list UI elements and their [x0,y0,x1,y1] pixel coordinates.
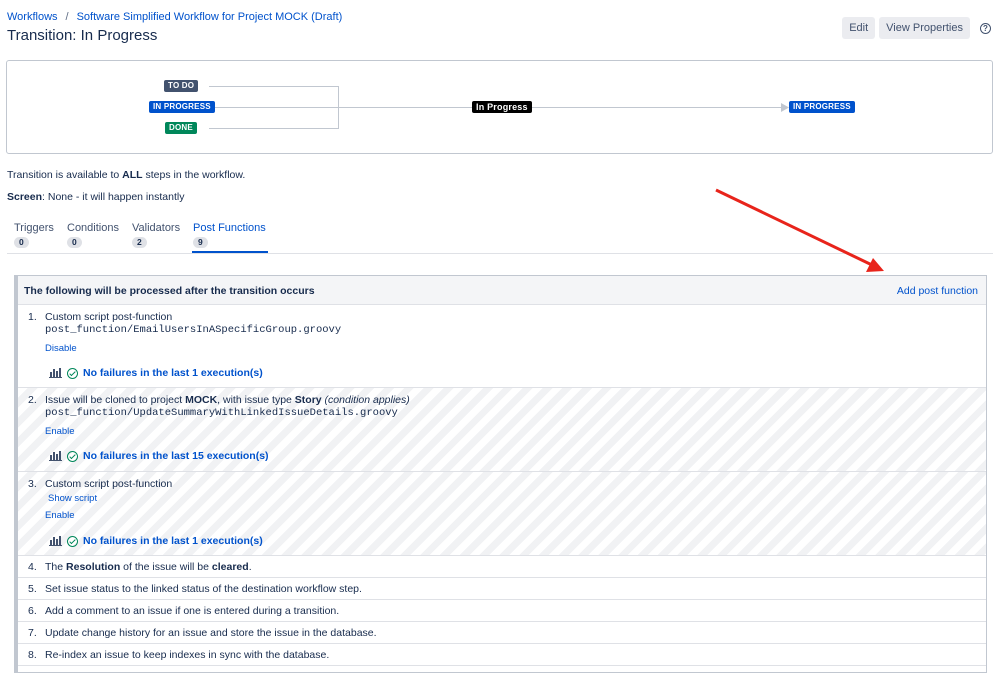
breadcrumb-workflow-link[interactable]: Software Simplified Workflow for Project… [77,11,343,23]
tab-post-functions[interactable]: Post Functions 9 [192,222,268,253]
post-functions-panel: The following will be processed after th… [14,275,987,673]
item-text-italic: (condition applies) [321,394,410,406]
tab-count-badge: 0 [14,237,29,248]
show-script-link[interactable]: Show script [48,493,97,504]
post-function-item: 5. Set issue status to the linked status… [18,578,986,600]
bar-chart-icon[interactable] [49,368,62,378]
availability-text: Transition is available to ALL steps in … [7,169,245,181]
post-function-item: 8. Re-index an issue to keep indexes in … [18,644,986,666]
status-lozenge-in-progress: IN PROGRESS [149,101,215,113]
add-post-function-link[interactable]: Add post function [897,285,978,297]
item-number: 6. [28,605,37,617]
post-functions-header: The following will be processed after th… [18,276,986,305]
item-text: The Resolution of the issue will be clea… [45,561,252,573]
breadcrumb-separator: / [65,11,69,23]
status-lozenge-done: DONE [165,122,197,134]
execution-status: No failures in the last 1 execution(s) [49,535,263,547]
screen-value: : None - it will happen instantly [42,191,185,203]
tab-label: Post Functions [193,222,266,234]
screen-label: Screen [7,191,43,203]
item-text: Add a comment to an issue if one is ente… [45,605,340,617]
item-text: Update change history for an issue and s… [45,627,377,639]
diagram-line [209,86,338,87]
check-circle-icon [67,450,78,462]
item-text: Re-index an issue to keep indexes in syn… [45,649,330,661]
diagram-arrowhead-icon [781,103,789,112]
item-text: Custom script post-function [45,311,173,323]
item-text-part: Issue will be cloned to project [45,394,186,406]
item-number: 7. [28,627,37,639]
breadcrumb: Workflows / Software Simplified Workflow… [7,11,342,23]
item-number: 4. [28,561,37,573]
post-function-item: 4. The Resolution of the issue will be c… [18,556,986,578]
tab-count-badge: 2 [132,237,147,248]
target-status-lozenge: IN PROGRESS [789,101,855,113]
item-text: Issue will be cloned to project MOCK, wi… [45,394,410,406]
edit-button[interactable]: Edit [842,17,876,39]
enable-link[interactable]: Enable [45,426,75,437]
help-icon[interactable]: ? [980,22,991,34]
tab-label: Conditions [67,222,119,234]
item-number: 8. [28,649,37,661]
item-text-part: The [45,561,67,573]
availability-post: steps in the workflow. [142,169,246,181]
item-text-part: of the issue will be [120,561,212,573]
status-lozenge-todo: TO DO [164,80,199,92]
item-text-bold: Story [294,394,322,406]
item-script-path: post_function/UpdateSummaryWithLinkedIss… [45,407,398,419]
post-functions-title: The following will be processed after th… [24,285,315,297]
post-function-item: 6. Add a comment to an issue if one is e… [18,600,986,622]
check-circle-icon [67,367,78,379]
item-text: Custom script post-function [45,478,173,490]
post-function-item: 1. Custom script post-function post_func… [18,305,986,388]
execution-status-text[interactable]: No failures in the last 15 execution(s) [83,450,269,462]
item-text-bold: Resolution [66,561,121,573]
tab-conditions[interactable]: Conditions 0 [67,222,119,248]
item-text-bold: MOCK [185,394,218,406]
execution-status-text[interactable]: No failures in the last 1 execution(s) [83,535,263,547]
execution-status: No failures in the last 15 execution(s) [49,450,269,462]
tab-triggers[interactable]: Triggers 0 [14,222,54,248]
item-number: 5. [28,583,37,595]
tab-count-badge: 9 [193,237,208,248]
transition-label: In Progress [472,101,532,113]
screen-text: Screen: None - it will happen instantly [7,191,184,203]
post-function-item: 3. Custom script post-function Show scri… [18,472,986,556]
item-text: Set issue status to the linked status of… [45,583,362,595]
post-function-item-partial [18,666,986,672]
item-number: 3. [28,478,37,490]
item-number: 2. [28,394,37,406]
item-script-path: post_function/EmailUsersInASpecificGroup… [45,324,342,336]
availability-bold: ALL [122,169,143,181]
transition-diagram: TO DO IN PROGRESS DONE In Progress IN PR… [6,60,993,154]
item-text-part: , with issue type [217,394,295,406]
view-properties-button[interactable]: View Properties [879,17,970,39]
disable-link[interactable]: Disable [45,343,77,354]
tab-validators[interactable]: Validators 2 [132,222,180,248]
header-actions: Edit View Properties ? [842,17,991,39]
item-number: 1. [28,311,37,323]
tab-label: Validators [132,222,181,234]
item-text-bold: cleared [211,561,249,573]
tab-label: Triggers [14,222,54,234]
diagram-line [209,128,339,129]
bar-chart-icon[interactable] [49,451,62,461]
check-circle-icon [67,535,78,547]
breadcrumb-workflows-link[interactable]: Workflows [7,11,58,23]
execution-status-text[interactable]: No failures in the last 1 execution(s) [83,367,263,379]
availability-pre: Transition is available to [7,169,123,181]
bar-chart-icon[interactable] [49,536,62,546]
item-text-part: . [248,561,252,573]
enable-link[interactable]: Enable [45,510,75,521]
tab-count-badge: 0 [67,237,82,248]
page-title: Transition: In Progress [7,27,158,44]
transition-tabs: Triggers 0 Conditions 0 Validators 2 Pos… [7,222,993,254]
post-function-item: 7. Update change history for an issue an… [18,622,986,644]
execution-status: No failures in the last 1 execution(s) [49,367,263,379]
post-function-item: 2. Issue will be cloned to project MOCK,… [18,388,986,472]
